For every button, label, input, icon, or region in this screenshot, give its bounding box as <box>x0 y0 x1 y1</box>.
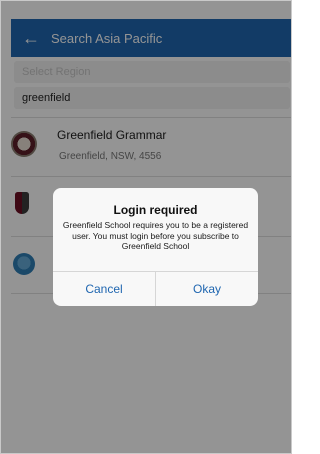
dialog-message: Greenfield School requires you to be a r… <box>62 220 249 251</box>
dialog-actions: Cancel Okay <box>53 271 258 306</box>
dialog-title: Login required <box>113 203 198 217</box>
app-screen: ← Search Asia Pacific Select Region gree… <box>0 0 292 454</box>
okay-button[interactable]: Okay <box>156 272 258 306</box>
cancel-button[interactable]: Cancel <box>53 272 156 306</box>
login-required-dialog: Login required Greenfield School require… <box>53 188 258 306</box>
